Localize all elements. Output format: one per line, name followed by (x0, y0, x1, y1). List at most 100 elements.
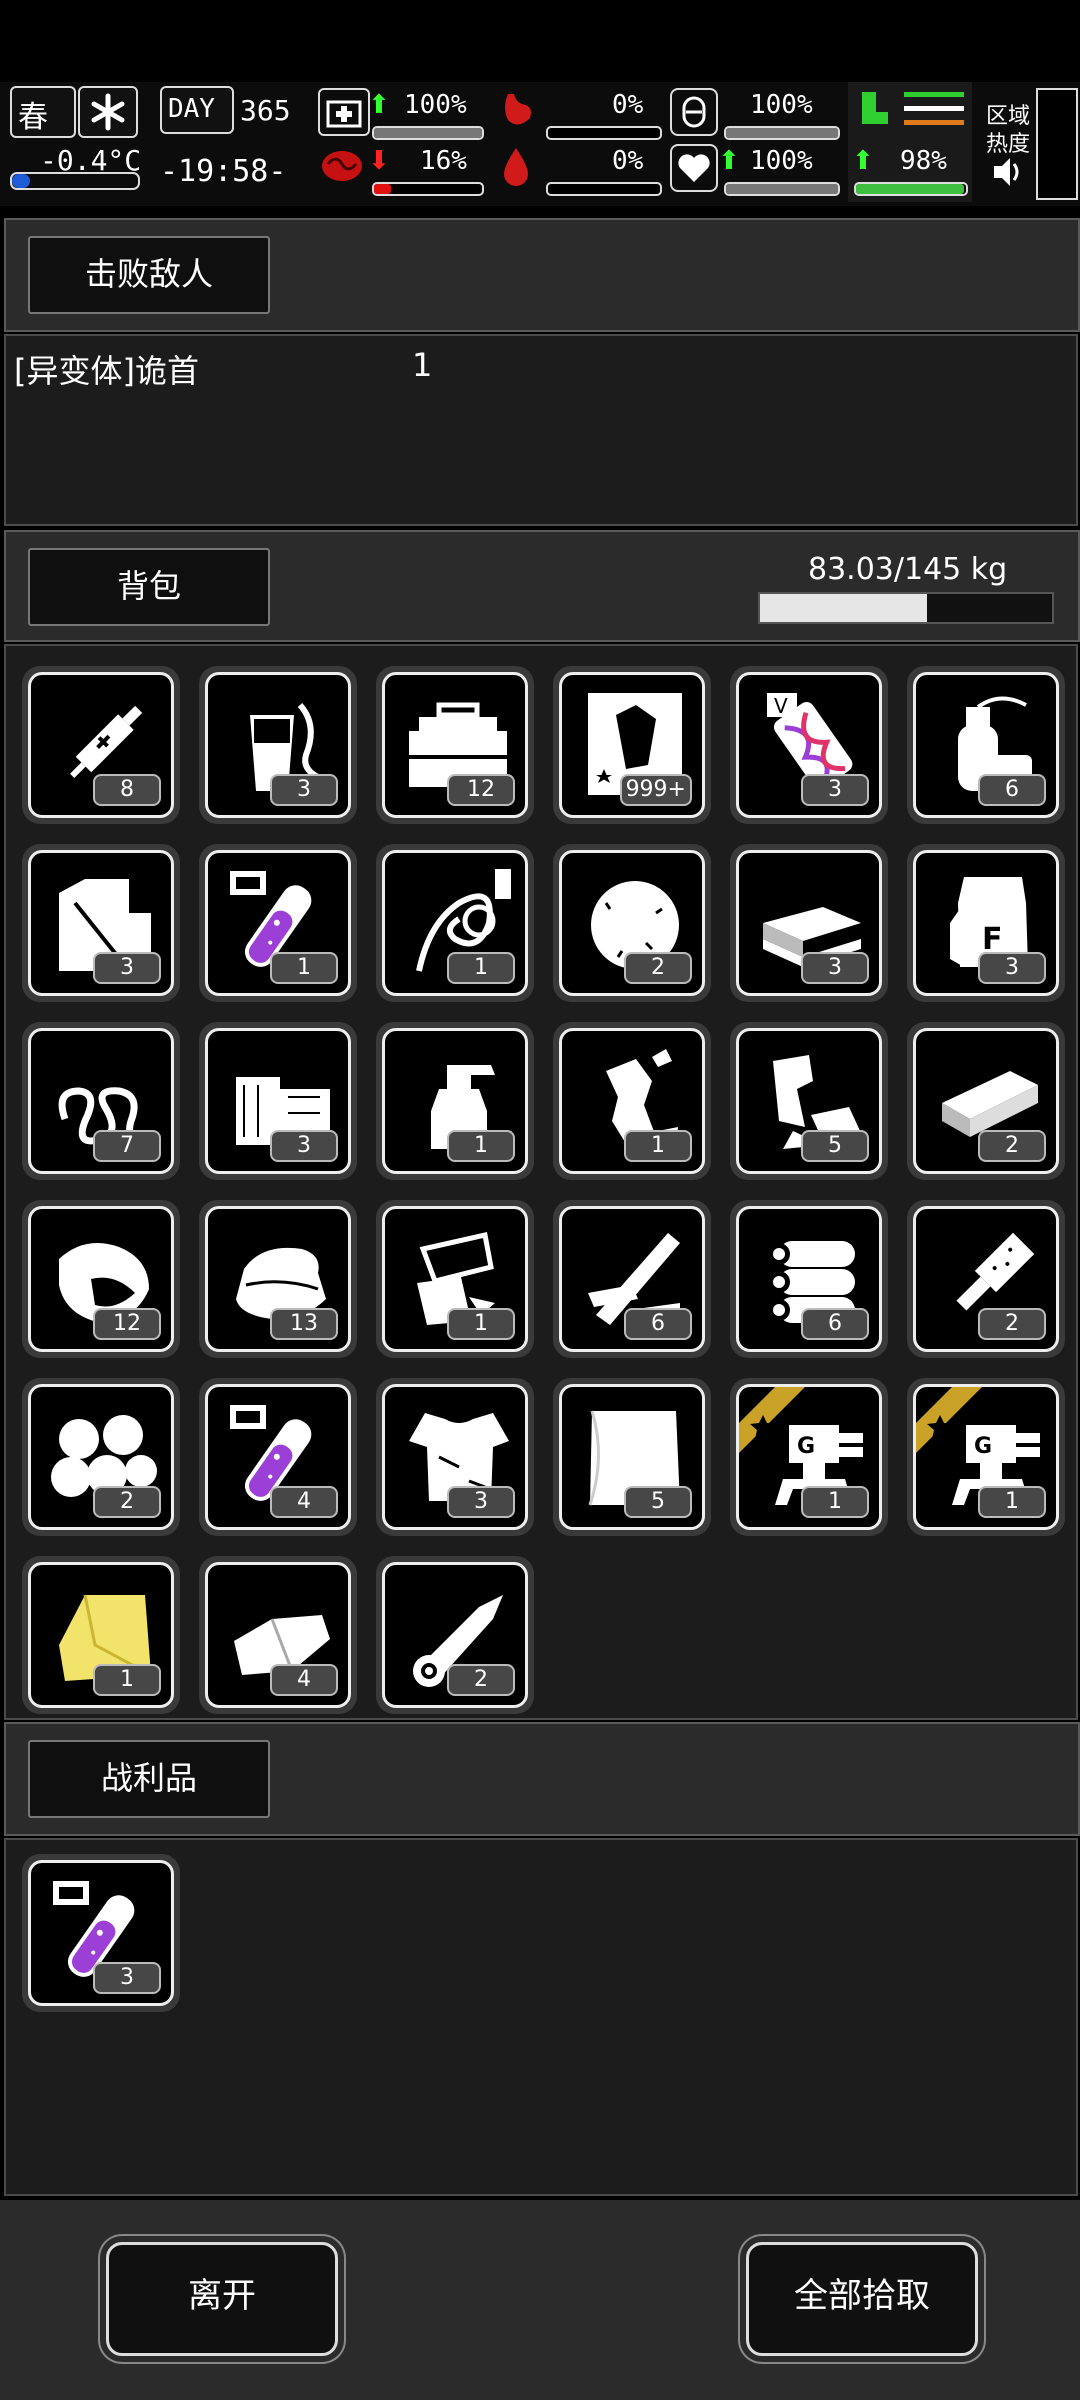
backpack-item-slot[interactable]: 6 (907, 666, 1065, 824)
backpack-item-slot[interactable]: 5 (730, 1022, 888, 1180)
loot-header: 战利品 (4, 1722, 1080, 1836)
backpack-item-slot[interactable]: 1 (553, 1022, 711, 1180)
slot-frame: 8 (28, 672, 174, 818)
slot-frame: 4 (205, 1562, 351, 1708)
backpack-item-slot[interactable]: 4 (199, 1556, 357, 1714)
tab-defeated-enemies[interactable]: 击败敌人 (28, 236, 270, 314)
slot-frame: 5 (736, 1028, 882, 1174)
item-count: 3 (447, 1486, 515, 1518)
backpack-item-slot[interactable]: F3 (907, 844, 1065, 1002)
backpack-item-slot[interactable]: 2 (907, 1022, 1065, 1180)
item-count: 3 (801, 774, 869, 806)
backpack-item-slot[interactable]: 2 (376, 1556, 534, 1714)
backpack-item-slot[interactable]: 12 (22, 1200, 180, 1358)
backpack-item-slot[interactable]: 1 (376, 1200, 534, 1358)
backpack-item-slot[interactable]: 7 (22, 1022, 180, 1180)
item-count: 8 (93, 774, 161, 806)
item-count: 2 (978, 1130, 1046, 1162)
backpack-item-slot[interactable]: 1 (376, 844, 534, 1002)
slot-frame: 1 (382, 850, 528, 996)
backpack-item-slot[interactable]: V3 (730, 666, 888, 824)
heart-icon (670, 144, 718, 192)
speaker-icon[interactable] (990, 154, 1026, 190)
slot-frame: 2 (913, 1206, 1059, 1352)
backpack-weight: 83.03/145 kg (808, 552, 1008, 587)
slot-frame: 3 (28, 850, 174, 996)
item-count: 2 (93, 1486, 161, 1518)
item-count: 3 (801, 952, 869, 984)
item-count: 6 (801, 1308, 869, 1340)
item-count: 1 (270, 952, 338, 984)
backpack-item-slot[interactable]: 2 (553, 844, 711, 1002)
item-count: 3 (270, 774, 338, 806)
tab-loot[interactable]: 战利品 (28, 1740, 270, 1818)
slot-frame: 999+ (559, 672, 705, 818)
backpack-item-slot[interactable]: 8 (22, 666, 180, 824)
season-text: 春 (18, 100, 48, 135)
backpack-item-slot[interactable]: 3 (730, 844, 888, 1002)
armor-bar (724, 126, 840, 140)
backpack-item-slot[interactable]: 1 (199, 844, 357, 1002)
item-count: 4 (270, 1664, 338, 1696)
item-count: 5 (624, 1486, 692, 1518)
slot-frame: 12 (28, 1206, 174, 1352)
backpack-item-slot[interactable]: 2 (22, 1378, 180, 1536)
backpack-item-slot[interactable]: 5 (553, 1378, 711, 1536)
item-count: 1 (93, 1664, 161, 1696)
stamina-panel: ⬆ 98% (848, 82, 972, 202)
infection-bar (372, 182, 484, 196)
backpack-item-slot[interactable]: 3 (199, 1022, 357, 1180)
leave-button[interactable]: 离开 (106, 2242, 338, 2356)
backpack-item-slot[interactable]: 6 (553, 1200, 711, 1358)
slot-frame: 6 (559, 1206, 705, 1352)
hunger-bar (546, 126, 662, 140)
slot-frame: 1 (382, 1206, 528, 1352)
slot-frame: 7 (28, 1028, 174, 1174)
backpack-item-slot[interactable]: 1 (22, 1556, 180, 1714)
backpack-item-slot[interactable]: 1 (376, 1022, 534, 1180)
backpack-item-slot[interactable]: 2 (907, 1200, 1065, 1358)
backpack-item-slot[interactable]: 3 (199, 666, 357, 824)
enemy-name: [异变体]诡首 (14, 352, 199, 390)
weight-bar-fill (760, 594, 928, 622)
item-count: 12 (93, 1308, 161, 1340)
backpack-item-slot[interactable]: 3 (376, 1378, 534, 1536)
backpack-item-slot[interactable]: 4 (199, 1378, 357, 1536)
backpack-item-slot[interactable]: G1 (907, 1378, 1065, 1536)
bleed-bar (546, 182, 662, 196)
backpack-item-slot[interactable]: G1 (730, 1378, 888, 1536)
heart-up-arrow-icon: ⬆ (718, 146, 740, 176)
stomach-icon (494, 88, 538, 132)
slot-frame: 1 (28, 1562, 174, 1708)
heart-bar (724, 182, 840, 196)
loot-item-slot[interactable]: 3 (22, 1854, 180, 2012)
backpack-item-slot[interactable]: 3 (22, 844, 180, 1002)
slot-frame: 2 (28, 1384, 174, 1530)
temperature-gauge (10, 172, 140, 190)
item-count: 1 (624, 1130, 692, 1162)
slot-frame: 3 (205, 672, 351, 818)
item-count: 3 (978, 952, 1046, 984)
stamina-percent: 98% (900, 146, 947, 176)
backpack-item-slot[interactable]: 999+ (553, 666, 711, 824)
weight-bar (758, 592, 1054, 624)
slot-frame: 1 (559, 1028, 705, 1174)
slot-frame: 3 (736, 850, 882, 996)
slot-frame: 13 (205, 1206, 351, 1352)
pick-all-button[interactable]: 全部拾取 (746, 2242, 978, 2356)
slot-frame: V3 (736, 672, 882, 818)
stamina-bar (854, 182, 968, 196)
status-hud: 春 -0.4°C DAY 365 -19:58- ⬆ 100% ⬇ 16% 0%… (0, 82, 1080, 206)
item-count: 6 (624, 1308, 692, 1340)
tab-backpack[interactable]: 背包 (28, 548, 270, 626)
item-count: 1 (801, 1486, 869, 1518)
slot-frame: 1 (382, 1028, 528, 1174)
hunger-percent: 0% (612, 90, 644, 120)
slot-frame: G1 (736, 1384, 882, 1530)
medkit-icon (318, 88, 370, 136)
backpack-item-slot[interactable]: 13 (199, 1200, 357, 1358)
backpack-item-slot[interactable]: 12 (376, 666, 534, 824)
item-count: 3 (93, 952, 161, 984)
backpack-item-slot[interactable]: 6 (730, 1200, 888, 1358)
clock-text: -19:58- (160, 154, 287, 189)
